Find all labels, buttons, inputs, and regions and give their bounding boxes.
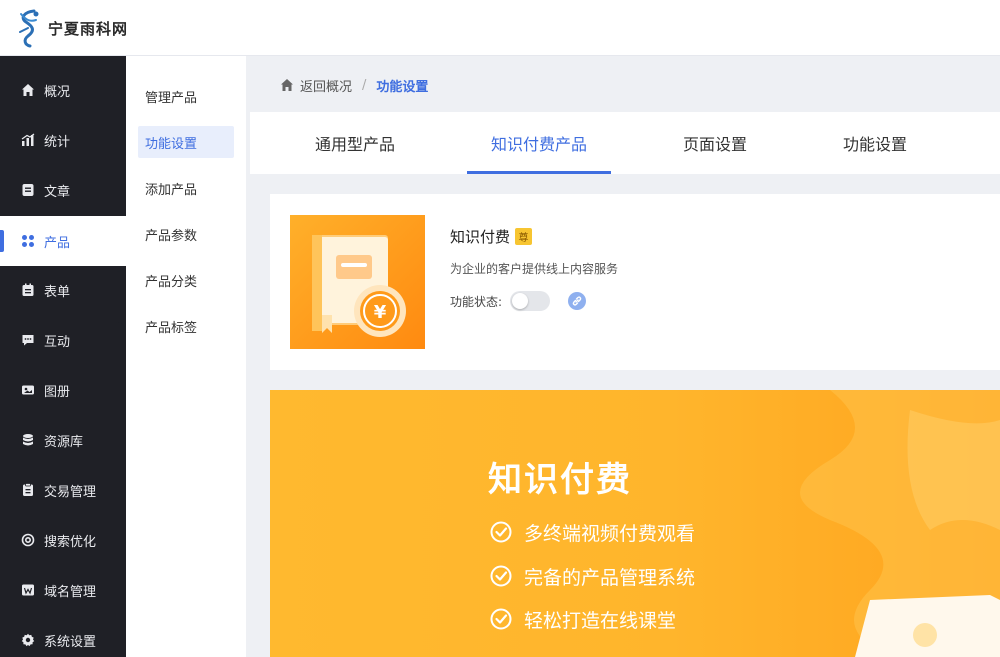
product-subnav: 管理产品 功能设置 添加产品 产品参数 产品分类 产品标签 [126, 56, 246, 657]
sidebar-item-label: 产品 [44, 235, 71, 251]
feature-description: 为企业的客户提供线上内容服务 [450, 262, 619, 276]
subnav-item-label: 功能设置 [145, 136, 198, 152]
feature-title-text: 知识付费 [450, 228, 511, 246]
banner-feature: 多终端视频付费观看 [490, 518, 695, 546]
subnav-item-tags[interactable]: 产品标签 [138, 310, 234, 342]
banner-feature-text: 完备的产品管理系统 [524, 566, 696, 589]
sidebar-item-label: 资源库 [44, 434, 84, 450]
tab-knowledge-product[interactable]: 知识付费产品 [467, 112, 611, 174]
top-header: 宁夏雨科网 [0, 0, 1000, 56]
sidebar-item-label: 系统设置 [44, 634, 97, 650]
logo-icon [19, 9, 39, 48]
sidebar-item-label: 统计 [44, 134, 71, 150]
toggle-knob [512, 293, 529, 309]
sidebar-item-label: 文章 [44, 184, 71, 200]
tab-page-settings[interactable]: 页面设置 [675, 112, 755, 174]
subnav-item-function-settings[interactable]: 功能设置 [138, 126, 234, 158]
subnav-item-label: 产品标签 [145, 320, 198, 336]
knowledge-pay-thumbnail: ¥ [290, 215, 425, 349]
banner-title: 知识付费 [488, 460, 632, 500]
sidebar-item-products[interactable]: 产品 [0, 216, 128, 266]
sidebar-item-albums[interactable]: 图册 [0, 365, 126, 415]
tab-bar: 通用型产品 知识付费产品 页面设置 功能设置 [250, 112, 1000, 174]
subnav-item-add[interactable]: 添加产品 [138, 172, 234, 204]
banner-feature: 完备的产品管理系统 [490, 562, 695, 590]
sidebar-item-label: 图册 [44, 384, 71, 400]
breadcrumb-separator: / [362, 77, 367, 93]
sidebar-item-interaction[interactable]: 互动 [0, 315, 126, 365]
check-circle-icon [490, 608, 512, 630]
banner-feature-text: 多终端视频付费观看 [524, 522, 696, 545]
sidebar-item-articles[interactable]: 文章 [0, 165, 126, 215]
home-icon [20, 82, 36, 98]
sidebar-item-overview[interactable]: 概况 [0, 65, 126, 115]
feature-card: ¥ 知识付费 尊 为企业的客户提供线上内容服务 功能状态: [270, 194, 1000, 370]
vip-badge: 尊 [515, 228, 533, 245]
tab-label: 知识付费产品 [490, 135, 587, 154]
sidebar-item-label: 交易管理 [44, 484, 97, 500]
tab-general-product[interactable]: 通用型产品 [305, 112, 405, 174]
grid-icon [20, 233, 36, 249]
trade-icon [20, 482, 36, 498]
home-icon [281, 79, 293, 91]
logo-text: 宁夏雨科网 [48, 19, 129, 38]
feature-status-row: 功能状态: [450, 291, 587, 311]
breadcrumb-back-link[interactable]: 返回概况 [300, 76, 352, 95]
seo-icon [20, 532, 36, 548]
chat-icon [20, 332, 36, 348]
domain-icon [20, 582, 36, 598]
sidebar-item-trade[interactable]: 交易管理 [0, 465, 126, 515]
subnav-item-label: 管理产品 [145, 90, 198, 106]
promo-banner: 知识付费 多终端视频付费观看 完备的产品管理系统 轻松打造在线课堂 [270, 390, 1000, 657]
sidebar-item-label: 概况 [44, 84, 71, 100]
breadcrumb: 返回概况 / 功能设置 [280, 74, 428, 96]
banner-feature-text: 轻松打造在线课堂 [524, 609, 677, 632]
feature-status-label: 功能状态: [450, 294, 503, 309]
sidebar-item-label: 域名管理 [44, 584, 97, 600]
book-coin-illustration: ¥ [312, 235, 406, 337]
article-icon [20, 182, 36, 198]
subnav-item-params[interactable]: 产品参数 [138, 218, 234, 250]
check-circle-icon [490, 565, 512, 587]
subnav-item-label: 产品参数 [145, 228, 198, 244]
subnav-item-categories[interactable]: 产品分类 [138, 264, 234, 296]
svg-text:¥: ¥ [374, 302, 387, 323]
tab-function-settings[interactable]: 功能设置 [835, 112, 915, 174]
sidebar-item-label: 搜索优化 [44, 534, 97, 550]
tab-label: 通用型产品 [314, 135, 395, 154]
sidebar-item-stats[interactable]: 统计 [0, 115, 126, 165]
banner-feature: 轻松打造在线课堂 [490, 605, 676, 633]
check-circle-icon [490, 521, 512, 543]
tab-label: 功能设置 [842, 135, 907, 154]
sidebar-item-seo[interactable]: 搜索优化 [0, 515, 126, 565]
link-icon[interactable] [568, 292, 587, 310]
sidebar-item-label: 互动 [44, 334, 71, 350]
breadcrumb-current: 功能设置 [376, 79, 429, 95]
site-logo[interactable]: 宁夏雨科网 [16, 6, 128, 50]
sidebar-item-label: 表单 [44, 284, 71, 300]
chart-icon [20, 132, 36, 148]
sidebar-item-forms[interactable]: 表单 [0, 265, 126, 315]
sidebar-item-settings[interactable]: 系统设置 [0, 615, 126, 657]
main-sidebar: 概况 统计 文章 产品 表单 互动 图册 资源库 交易管理 搜索优化 域名管理 … [0, 56, 128, 657]
gear-icon [20, 632, 36, 648]
feature-status-toggle[interactable] [510, 291, 551, 311]
sidebar-item-domain[interactable]: 域名管理 [0, 565, 126, 615]
subnav-item-label: 产品分类 [145, 274, 198, 290]
subnav-item-label: 添加产品 [145, 182, 198, 198]
form-icon [20, 282, 36, 298]
feature-title: 知识付费 尊 [450, 226, 533, 247]
database-icon [20, 432, 36, 448]
subnav-item-manage[interactable]: 管理产品 [138, 80, 234, 112]
image-icon [20, 382, 36, 398]
sidebar-item-resources[interactable]: 资源库 [0, 415, 126, 465]
tab-label: 页面设置 [682, 135, 747, 154]
